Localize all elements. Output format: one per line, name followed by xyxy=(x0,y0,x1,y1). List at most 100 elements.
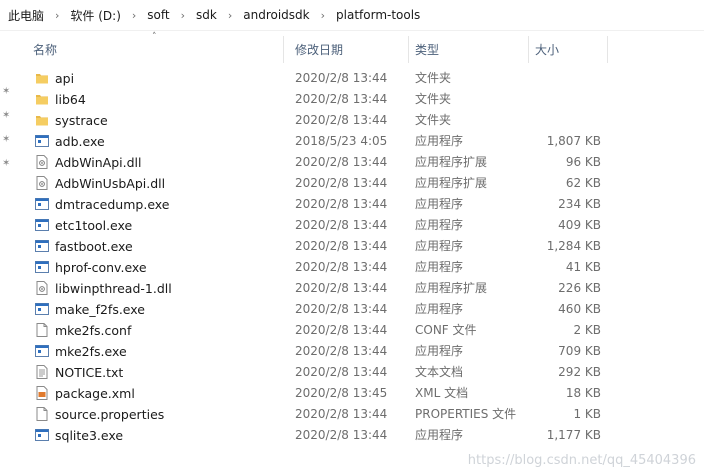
file-name: etc1tool.exe xyxy=(55,218,133,233)
chevron-right-icon[interactable]: › xyxy=(312,9,334,22)
chevron-right-icon[interactable]: › xyxy=(46,9,68,22)
file-name: AdbWinApi.dll xyxy=(55,155,142,170)
quick-access-pins: ✶ ✶ ✶ ✶ xyxy=(0,31,22,476)
file-size: 1 KB xyxy=(573,407,601,421)
file-row[interactable]: dmtracedump.exe 2020/2/8 13:44 应用程序 234 KB xyxy=(22,194,612,215)
file-size: 1,807 KB xyxy=(546,134,601,148)
pin-icon[interactable]: ✶ xyxy=(2,134,14,146)
file-size: 460 KB xyxy=(558,302,601,316)
file-row[interactable]: make_f2fs.exe 2020/2/8 13:44 应用程序 460 KB xyxy=(22,299,612,320)
file-name: mke2fs.conf xyxy=(55,323,132,338)
file-icon xyxy=(35,323,49,337)
folder-icon xyxy=(35,113,49,127)
breadcrumb-item[interactable]: soft xyxy=(145,5,171,25)
chevron-right-icon[interactable]: › xyxy=(123,9,145,22)
file-row[interactable]: mke2fs.conf 2020/2/8 13:44 CONF 文件 2 KB xyxy=(22,320,612,341)
file-date: 2020/2/8 13:44 xyxy=(295,176,388,190)
file-type: 应用程序 xyxy=(415,428,464,442)
file-date: 2020/2/8 13:44 xyxy=(295,197,388,211)
file-row[interactable]: package.xml 2020/2/8 13:45 XML 文档 18 KB xyxy=(22,383,612,404)
file-size: 41 KB xyxy=(565,260,601,274)
file-name: package.xml xyxy=(55,386,135,401)
file-type: XML 文档 xyxy=(415,386,469,400)
file-date: 2020/2/8 13:44 xyxy=(295,323,388,337)
chevron-right-icon[interactable]: › xyxy=(172,9,194,22)
file-type: 应用程序扩展 xyxy=(415,281,488,295)
divider xyxy=(0,30,704,31)
column-type[interactable]: 类型 xyxy=(404,36,524,63)
file-row[interactable]: adb.exe 2018/5/23 4:05 应用程序 1,807 KB xyxy=(22,131,612,152)
file-size: 709 KB xyxy=(558,344,601,358)
file-size: 292 KB xyxy=(558,365,601,379)
file-name: hprof-conv.exe xyxy=(55,260,147,275)
exe-icon xyxy=(35,218,49,232)
file-date: 2020/2/8 13:44 xyxy=(295,239,388,253)
file-type: 应用程序 xyxy=(415,302,464,316)
folder-icon xyxy=(35,71,49,85)
file-date: 2020/2/8 13:44 xyxy=(295,344,388,358)
file-row[interactable]: source.properties 2020/2/8 13:44 PROPERTIE… xyxy=(22,404,612,425)
exe-icon xyxy=(35,197,49,211)
chevron-right-icon[interactable]: › xyxy=(219,9,241,22)
dll-icon xyxy=(35,155,49,169)
dll-icon xyxy=(35,176,49,190)
file-icon xyxy=(35,407,49,421)
exe-icon xyxy=(35,302,49,316)
file-type: 文件夹 xyxy=(415,71,452,85)
file-date: 2020/2/8 13:44 xyxy=(295,365,388,379)
dll-icon xyxy=(35,281,49,295)
pin-icon[interactable]: ✶ xyxy=(2,110,14,122)
file-row[interactable]: AdbWinApi.dll 2020/2/8 13:44 应用程序扩展 96 KB xyxy=(22,152,612,173)
file-row[interactable]: systrace 2020/2/8 13:44 文件夹 xyxy=(22,110,612,131)
column-size-label: 大小 xyxy=(535,43,560,57)
file-row[interactable]: libwinpthread-1.dll 2020/2/8 13:44 应用程序扩展 2… xyxy=(22,278,612,299)
breadcrumb: 此电脑 › 软件 (D:) › soft › sdk › androidsdk › platform… xyxy=(0,0,704,30)
file-name: source.properties xyxy=(55,407,165,422)
column-date[interactable]: 修改日期 xyxy=(284,36,408,63)
file-type: 应用程序 xyxy=(415,197,464,211)
file-date: 2020/2/8 13:45 xyxy=(295,386,388,400)
xml-file-icon xyxy=(35,386,49,400)
column-header: ˄ 名称 修改日期 类型 大小 xyxy=(22,32,704,63)
file-type: 应用程序 xyxy=(415,344,464,358)
breadcrumb-item[interactable]: androidsdk xyxy=(241,5,311,25)
file-date: 2020/2/8 13:44 xyxy=(295,71,388,85)
file-name: fastboot.exe xyxy=(55,239,133,254)
column-divider[interactable] xyxy=(607,36,608,63)
breadcrumb-item[interactable]: 此电脑 xyxy=(6,4,46,27)
column-name-label: 名称 xyxy=(33,43,58,57)
file-size: 18 KB xyxy=(565,386,601,400)
file-date: 2020/2/8 13:44 xyxy=(295,155,388,169)
column-size[interactable]: 大小 xyxy=(524,36,604,63)
breadcrumb-item[interactable]: 软件 (D:) xyxy=(68,4,122,27)
file-row[interactable]: lib64 2020/2/8 13:44 文件夹 xyxy=(22,89,612,110)
file-type: 应用程序 xyxy=(415,134,464,148)
file-size: 1,284 KB xyxy=(546,239,601,253)
pin-icon[interactable]: ✶ xyxy=(2,86,14,98)
file-row[interactable]: sqlite3.exe 2020/2/8 13:44 应用程序 1,177 KB xyxy=(22,425,612,446)
column-name[interactable]: 名称 xyxy=(22,36,283,63)
file-name: make_f2fs.exe xyxy=(55,302,145,317)
file-date: 2020/2/8 13:44 xyxy=(295,281,388,295)
file-row[interactable]: mke2fs.exe 2020/2/8 13:44 应用程序 709 KB xyxy=(22,341,612,362)
exe-icon xyxy=(35,239,49,253)
watermark: https://blog.csdn.net/qq_45404396 xyxy=(467,453,696,468)
file-type: 文件夹 xyxy=(415,113,452,127)
breadcrumb-item[interactable]: platform-tools xyxy=(334,5,422,25)
column-type-label: 类型 xyxy=(415,43,440,57)
file-date: 2020/2/8 13:44 xyxy=(295,407,388,421)
file-row[interactable]: fastboot.exe 2020/2/8 13:44 应用程序 1,284 KB xyxy=(22,236,612,257)
file-row[interactable]: NOTICE.txt 2020/2/8 13:44 文本文档 292 KB xyxy=(22,362,612,383)
file-type: 应用程序 xyxy=(415,239,464,253)
file-row[interactable]: etc1tool.exe 2020/2/8 13:44 应用程序 409 KB xyxy=(22,215,612,236)
pin-icon[interactable]: ✶ xyxy=(2,158,14,170)
file-row[interactable]: AdbWinUsbApi.dll 2020/2/8 13:44 应用程序扩展 62 K… xyxy=(22,173,612,194)
file-date: 2020/2/8 13:44 xyxy=(295,302,388,316)
breadcrumb-item[interactable]: sdk xyxy=(194,5,219,25)
file-name: lib64 xyxy=(55,92,86,107)
file-row[interactable]: api 2020/2/8 13:44 文件夹 xyxy=(22,68,612,89)
file-size: 1,177 KB xyxy=(546,428,601,442)
file-row[interactable]: hprof-conv.exe 2020/2/8 13:44 应用程序 41 KB xyxy=(22,257,612,278)
folder-icon xyxy=(35,92,49,106)
exe-icon xyxy=(35,428,49,442)
